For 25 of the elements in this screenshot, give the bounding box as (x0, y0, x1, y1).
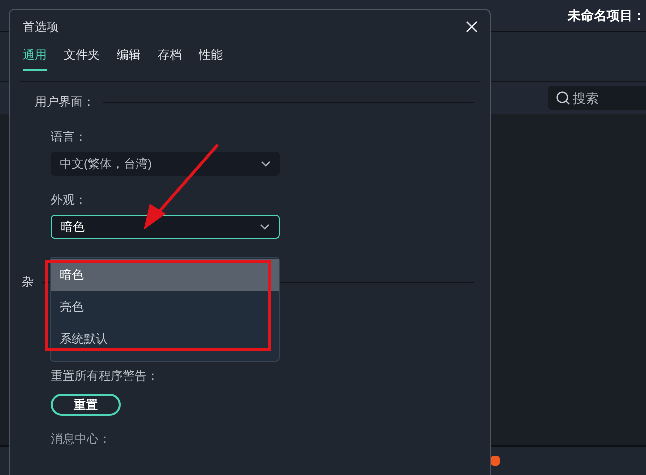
chevron-down-icon (261, 161, 271, 167)
tab[interactable]: 编辑 (117, 46, 141, 71)
field-label: 语言： (51, 129, 88, 146)
tab[interactable]: 文件夹 (64, 46, 100, 71)
dropdown-option[interactable]: 系统默认 (51, 323, 279, 355)
chevron-down-icon (260, 224, 270, 230)
field-label: 消息中心： (51, 431, 112, 448)
tab[interactable]: 存档 (158, 46, 182, 71)
appearance-dropdown[interactable]: 暗色 (51, 215, 280, 239)
close-icon[interactable] (466, 21, 478, 33)
project-title: 未命名项目： (568, 6, 646, 25)
reset-button[interactable]: 重置 (51, 394, 121, 416)
tab[interactable]: 性能 (199, 46, 223, 71)
dialog-title: 首选项 (23, 19, 59, 36)
dropdown-option[interactable]: 暗色 (51, 259, 279, 291)
field-label: 重置所有程序警告： (51, 368, 160, 385)
search-icon (556, 91, 571, 106)
app-icon (491, 456, 500, 466)
section-title: 用户界面： (35, 94, 95, 111)
tab[interactable]: 通用 (23, 46, 47, 71)
dropdown-option[interactable]: 亮色 (51, 291, 279, 323)
search-field[interactable]: 搜索 (548, 86, 646, 110)
section-title: 杂 (22, 274, 34, 291)
field-label: 外观： (51, 192, 88, 209)
language-dropdown[interactable]: 中文(繁体，台湾) (51, 152, 280, 176)
